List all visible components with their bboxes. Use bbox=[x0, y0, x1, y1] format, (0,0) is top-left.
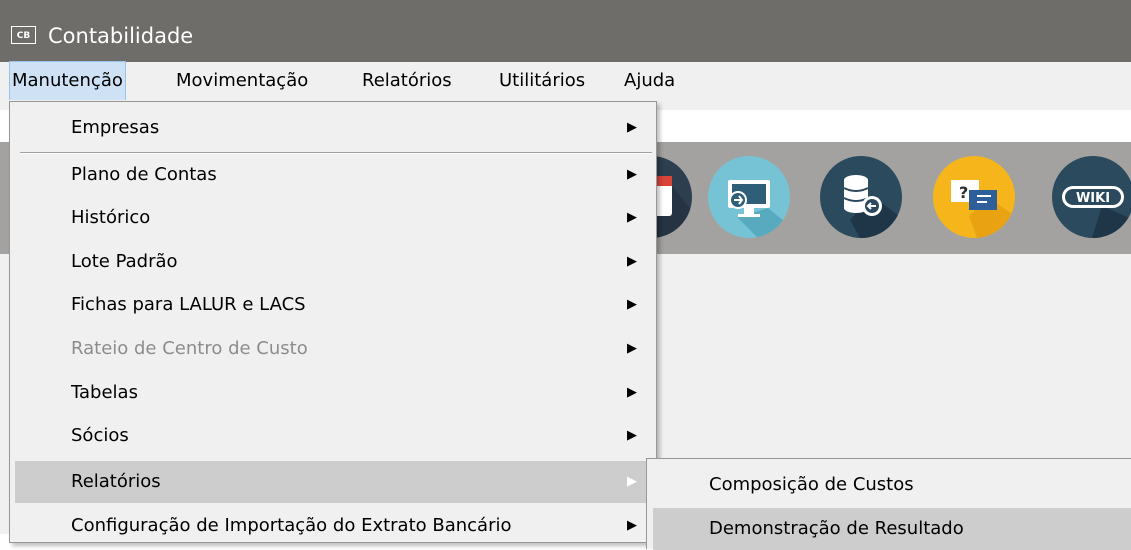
submenu-item-composicao-custos[interactable]: Composição de Custos bbox=[653, 464, 1131, 506]
monitor-transfer-icon[interactable] bbox=[708, 156, 790, 238]
app-icon: CB bbox=[11, 26, 36, 44]
menu-bar: Manutenção Movimentação Relatórios Utili… bbox=[0, 61, 1131, 101]
menu-item-socios[interactable]: Sócios ▶ bbox=[15, 415, 651, 457]
menu-item-lote-padrao[interactable]: Lote Padrão ▶ bbox=[15, 241, 651, 283]
menu-item-rateio-centro-custo: Rateio de Centro de Custo ▶ bbox=[15, 328, 651, 370]
submenu-arrow-icon: ▶ bbox=[627, 385, 637, 400]
submenu-arrow-icon: ▶ bbox=[627, 341, 637, 356]
menu-manutencao[interactable]: Manutenção bbox=[9, 61, 126, 101]
database-transfer-icon[interactable] bbox=[820, 156, 902, 238]
window-title: Contabilidade bbox=[48, 24, 194, 48]
relatorios-submenu: Composição de Custos Demonstração de Res… bbox=[646, 458, 1131, 550]
menu-item-label: Empresas bbox=[71, 117, 160, 138]
submenu-item-demonstracao-resultado[interactable]: Demonstração de Resultado bbox=[653, 508, 1131, 550]
wiki-icon-label: WIKI bbox=[1076, 191, 1110, 206]
submenu-arrow-icon: ▶ bbox=[627, 254, 637, 269]
menu-item-label: Relatórios bbox=[71, 471, 161, 492]
menu-ajuda[interactable]: Ajuda bbox=[622, 62, 677, 100]
manutencao-dropdown: Empresas ▶ Plano de Contas ▶ Histórico ▶… bbox=[9, 101, 657, 543]
menu-relatorios[interactable]: Relatórios bbox=[360, 62, 454, 100]
wiki-icon[interactable]: WIKI bbox=[1052, 156, 1131, 238]
menu-item-label: Histórico bbox=[71, 207, 151, 228]
submenu-arrow-icon: ▶ bbox=[627, 297, 637, 312]
menu-utilitarios[interactable]: Utilitários bbox=[497, 62, 587, 100]
submenu-arrow-icon: ▶ bbox=[627, 210, 637, 225]
menu-item-config-importacao-extrato[interactable]: Configuração de Importação do Extrato Ba… bbox=[15, 505, 651, 547]
submenu-arrow-icon: ▶ bbox=[627, 474, 637, 489]
submenu-arrow-icon: ▶ bbox=[627, 518, 637, 533]
menu-item-tabelas[interactable]: Tabelas ▶ bbox=[15, 372, 651, 414]
menu-item-label: Configuração de Importação do Extrato Ba… bbox=[71, 515, 512, 536]
submenu-arrow-icon: ▶ bbox=[627, 167, 637, 182]
submenu-arrow-icon: ▶ bbox=[627, 120, 637, 135]
help-chat-icon[interactable]: ? bbox=[933, 156, 1015, 238]
menu-item-historico[interactable]: Histórico ▶ bbox=[15, 197, 651, 239]
submenu-arrow-icon: ▶ bbox=[627, 428, 637, 443]
menu-item-relatorios[interactable]: Relatórios ▶ bbox=[15, 461, 651, 503]
menu-item-empresas[interactable]: Empresas ▶ bbox=[15, 107, 651, 149]
menu-item-label: Tabelas bbox=[71, 382, 138, 403]
menu-movimentacao[interactable]: Movimentação bbox=[174, 62, 310, 100]
submenu-item-label: Composição de Custos bbox=[709, 474, 914, 495]
menu-item-label: Rateio de Centro de Custo bbox=[71, 338, 308, 359]
menu-item-plano-de-contas[interactable]: Plano de Contas ▶ bbox=[15, 154, 651, 196]
title-bar: CB Contabilidade bbox=[0, 0, 1131, 62]
menu-item-label: Plano de Contas bbox=[71, 164, 217, 185]
svg-text:?: ? bbox=[959, 183, 968, 202]
menu-item-label: Lote Padrão bbox=[71, 251, 178, 272]
menu-item-label: Fichas para LALUR e LACS bbox=[71, 294, 306, 315]
menu-item-fichas-lalur-lacs[interactable]: Fichas para LALUR e LACS ▶ bbox=[15, 284, 651, 326]
menu-item-label: Sócios bbox=[71, 425, 129, 446]
submenu-item-label: Demonstração de Resultado bbox=[709, 518, 964, 539]
